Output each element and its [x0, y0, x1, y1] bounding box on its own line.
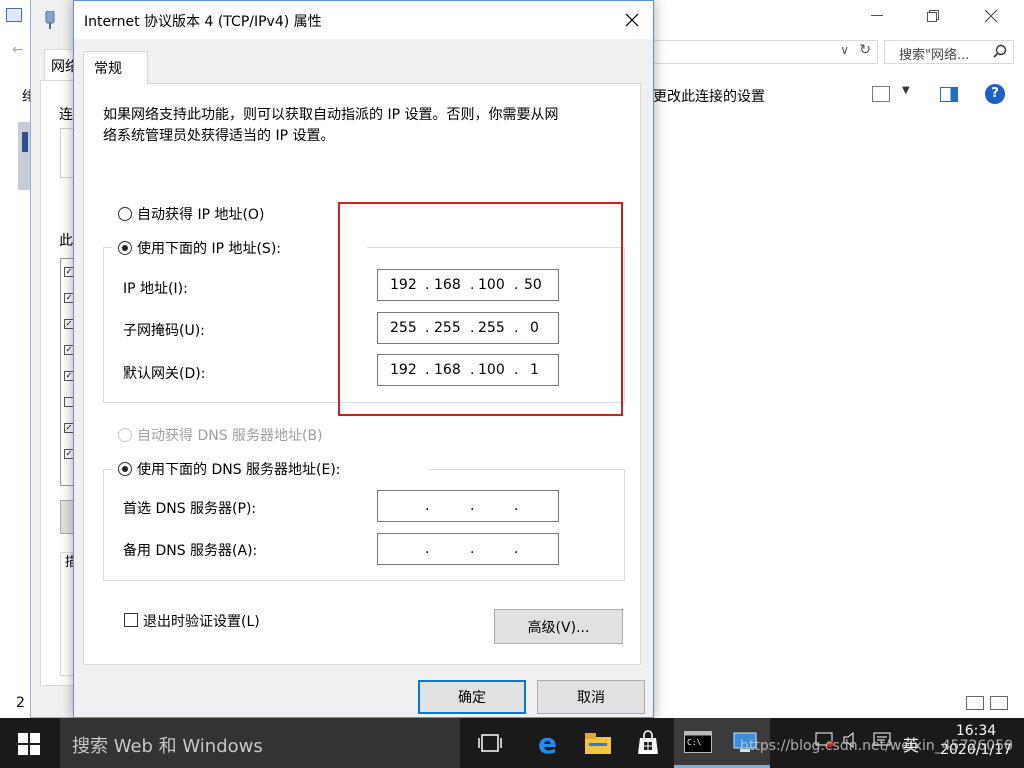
connection-item-icon [18, 122, 30, 190]
view-dropdown-icon[interactable]: ▼ [902, 85, 910, 96]
manual-ip-radio[interactable] [118, 241, 132, 255]
auto-ip-label[interactable]: 自动获得 IP 地址(O) [137, 204, 264, 224]
search-icon[interactable] [993, 44, 1007, 62]
chevron-down-icon[interactable]: ∨ [840, 43, 849, 57]
large-icons-view-icon [990, 696, 1008, 710]
svg-text:C:\: C:\ [687, 738, 702, 747]
back-arrow-icon[interactable]: ← [12, 42, 24, 58]
file-explorer-icon[interactable] [574, 718, 622, 768]
alternate-dns-field[interactable]: ... [377, 533, 559, 565]
help-icon[interactable]: ? [985, 84, 1005, 104]
subnet-mask-label: 子网掩码(U): [123, 323, 205, 339]
auto-dns-radio[interactable] [118, 428, 132, 442]
cancel-button[interactable]: 取消 [537, 680, 645, 714]
auto-ip-radio[interactable] [118, 207, 132, 221]
tab-general[interactable]: 常规 [83, 51, 148, 84]
network-cable-icon [45, 11, 55, 29]
preview-pane-icon[interactable] [940, 87, 958, 102]
svg-text:e: e [538, 730, 557, 756]
task-view-icon[interactable] [466, 718, 514, 768]
alternate-dns-label: 备用 DNS 服务器(A): [123, 543, 258, 559]
connect-using-label: 连 [59, 107, 73, 123]
advanced-button[interactable]: 高级(V)... [494, 609, 623, 644]
network-connections-icon [6, 8, 22, 22]
item-count: 2 [16, 695, 25, 711]
edge-icon[interactable]: e [524, 718, 572, 768]
restore-button[interactable] [910, 2, 956, 30]
store-icon[interactable] [624, 718, 672, 768]
taskbar-search-box[interactable]: 搜索 Web 和 Windows [60, 718, 460, 768]
dialog-titlebar: Internet 协议版本 4 (TCP/IPv4) 属性 [45, 1, 653, 39]
components-label: 此 [59, 233, 73, 249]
refresh-icon[interactable]: ↻ [859, 42, 871, 58]
manual-dns-radio[interactable] [118, 462, 132, 476]
dialog-close-button[interactable] [614, 5, 650, 35]
minimize-icon [871, 15, 883, 16]
search-input[interactable]: 搜索"网络... [884, 40, 1014, 64]
close-icon [984, 9, 998, 23]
manual-ip-label[interactable]: 使用下面的 IP 地址(S): [137, 238, 281, 258]
address-bar[interactable]: ∨ ↻ [650, 40, 878, 64]
restore-icon [927, 10, 939, 22]
change-connection-settings-button[interactable]: 更改此连接的设置 [653, 86, 765, 106]
details-view-icon [966, 696, 984, 710]
change-view-icon[interactable] [872, 86, 890, 102]
view-toggle[interactable] [966, 696, 1014, 712]
preferred-dns-field[interactable]: ... [377, 490, 559, 522]
start-icon[interactable] [18, 733, 40, 755]
manual-dns-label[interactable]: 使用下面的 DNS 服务器地址(E): [137, 459, 341, 479]
validate-on-exit-label[interactable]: 退出时验证设置(L) [143, 611, 260, 631]
default-gateway-label: 默认网关(D): [123, 366, 206, 382]
dialog-title: Internet 协议版本 4 (TCP/IPv4) 属性 [84, 14, 322, 30]
minimize-button[interactable] [854, 2, 900, 30]
ip-address-label: IP 地址(I): [123, 281, 188, 297]
cmd-icon[interactable]: C:\ [674, 718, 722, 768]
preferred-dns-label: 首选 DNS 服务器(P): [123, 501, 257, 517]
taskbar-search-text: 搜索 Web 和 Windows [72, 736, 263, 757]
search-placeholder: 搜索"网络... [899, 48, 970, 63]
highlight-annotation [338, 202, 623, 416]
close-button[interactable] [968, 2, 1014, 30]
close-icon [625, 13, 639, 27]
auto-dns-label[interactable]: 自动获得 DNS 服务器地址(B) [137, 425, 323, 445]
description-line-2: 络系统管理员处获得适当的 IP 设置。 [103, 128, 335, 144]
ipv4-properties-dialog: Internet 协议版本 4 (TCP/IPv4) 属性 常规 如果网络支持此… [45, 0, 654, 718]
watermark-text: https://blog.csdn.net/weixin_45726050 [740, 738, 1014, 754]
ok-button[interactable]: 确定 [418, 680, 526, 714]
validate-on-exit-checkbox[interactable] [124, 613, 138, 627]
description-line-1: 如果网络支持此功能，则可以获取自动指派的 IP 设置。否则，你需要从网 [103, 107, 559, 123]
